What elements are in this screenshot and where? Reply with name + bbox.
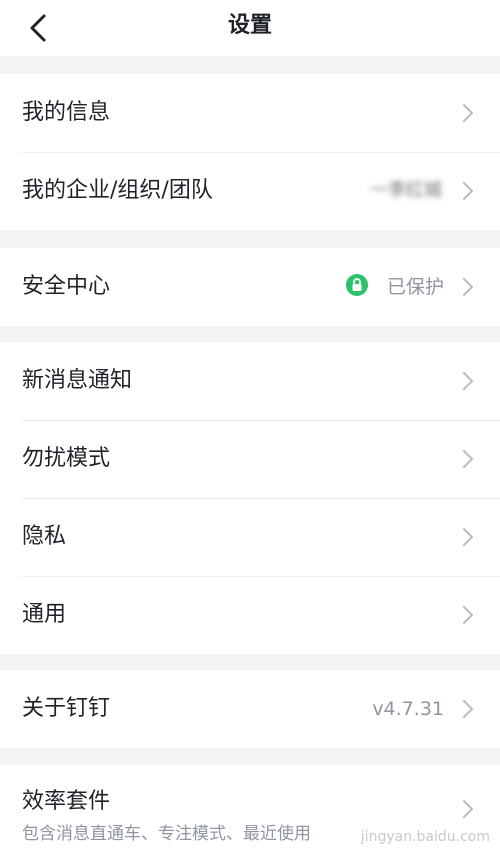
chevron-right-icon	[463, 606, 473, 624]
watermark: jingyan.baidu.com	[360, 829, 490, 845]
row-label: 效率套件	[22, 789, 111, 814]
row-do-not-disturb[interactable]: 勿扰模式	[0, 420, 500, 498]
page-title: 设置	[227, 13, 272, 38]
row-security-center[interactable]: 安全中心 已保护	[0, 248, 500, 326]
row-general[interactable]: 通用	[0, 576, 500, 654]
row-label: 关于钉钉	[22, 696, 111, 721]
chevron-right-icon	[463, 700, 473, 718]
row-label: 新消息通知	[22, 368, 133, 393]
row-label: 勿扰模式	[22, 446, 111, 471]
row-my-info[interactable]: 我的信息	[0, 74, 500, 152]
chevron-right-icon	[463, 182, 473, 200]
security-status: 已保护	[386, 276, 444, 298]
row-label: 我的企业/组织/团队	[22, 178, 213, 203]
app-version: v4.7.31	[372, 698, 444, 720]
row-subtitle: 包含消息直通车、专注模式、最近使用	[22, 824, 311, 844]
row-privacy[interactable]: 隐私	[0, 498, 500, 576]
row-label: 通用	[22, 602, 67, 627]
chevron-right-icon	[463, 104, 473, 122]
row-label: 我的信息	[22, 100, 111, 125]
row-new-message-notification[interactable]: 新消息通知	[0, 342, 500, 420]
group-about: 关于钉钉 v4.7.31	[0, 670, 500, 748]
row-my-organization[interactable]: 我的企业/组织/团队 一李红城	[0, 152, 500, 230]
chevron-right-icon	[463, 528, 473, 546]
row-label: 安全中心	[22, 274, 111, 299]
organization-name: 一李红城	[370, 180, 442, 201]
lock-icon	[346, 274, 368, 296]
chevron-right-icon	[463, 800, 473, 818]
top-bar: 设置	[0, 0, 500, 56]
group-profile: 我的信息 我的企业/组织/团队 一李红城	[0, 74, 500, 230]
chevron-right-icon	[463, 450, 473, 468]
group-preferences: 新消息通知 勿扰模式 隐私 通用	[0, 342, 500, 654]
row-label: 隐私	[22, 524, 67, 549]
chevron-right-icon	[463, 278, 473, 296]
group-security: 安全中心 已保护	[0, 248, 500, 326]
chevron-right-icon	[463, 372, 473, 390]
row-about-dingtalk[interactable]: 关于钉钉 v4.7.31	[0, 670, 500, 748]
